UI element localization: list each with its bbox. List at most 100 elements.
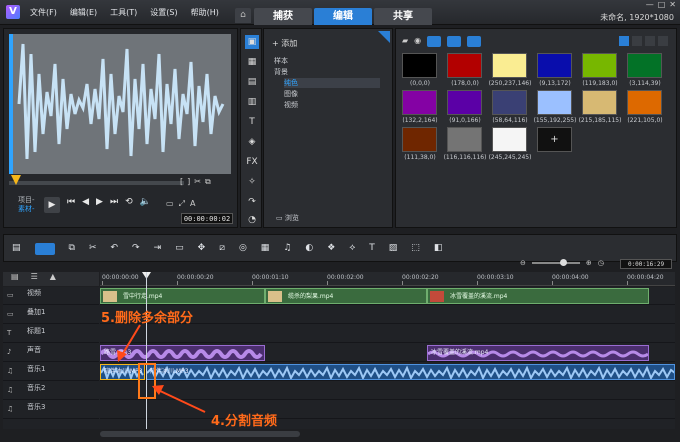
filter-image-button[interactable]	[447, 36, 462, 47]
tree-item-image[interactable]: 图像	[284, 89, 298, 99]
sound-icon[interactable]: ◔	[245, 213, 259, 227]
zoom-out-icon[interactable]: ⊖	[520, 259, 526, 267]
color-swatch[interactable]	[402, 127, 437, 152]
video-clip[interactable]: 缆杀的梨果.mp4	[265, 288, 427, 304]
add-marker-icon[interactable]: ▲	[50, 272, 56, 286]
repeat-icon[interactable]: ⟲	[125, 197, 133, 213]
record-voice-icon[interactable]: ◎	[239, 243, 247, 255]
cut-icon[interactable]: ✂	[89, 243, 97, 255]
color-swatch[interactable]	[582, 53, 617, 78]
tree-item-video[interactable]: 视频	[284, 100, 298, 110]
track-manager-icon-small[interactable]: ▤	[11, 272, 19, 286]
graphic-icon[interactable]: ◈	[245, 135, 259, 149]
folder-icon[interactable]: ▰	[402, 36, 408, 47]
color-swatch[interactable]	[627, 53, 662, 78]
close-icon[interactable]: ✕	[669, 0, 676, 9]
menu-help[interactable]: 帮助(H)	[191, 7, 219, 18]
text-tool-icon[interactable]: T	[369, 243, 375, 255]
record-icon[interactable]: ◉	[414, 36, 421, 47]
tree-item-background[interactable]: 背景	[274, 67, 288, 77]
tab-capture[interactable]: 捕获	[254, 8, 312, 25]
mode-project[interactable]: 项目-	[18, 196, 35, 205]
filter-video-button[interactable]	[427, 36, 442, 47]
tree-item-solid-color[interactable]: 纯色	[284, 78, 380, 88]
prev-frame-icon[interactable]: ◀	[82, 197, 89, 213]
color-swatch[interactable]	[582, 90, 617, 115]
timeline-ruler[interactable]: 00:00:00:00 00:00:00:20 00:00:01:10 00:00:0…	[100, 272, 675, 286]
text-title-icon[interactable]: T	[245, 115, 259, 129]
media-icon[interactable]: ▣	[245, 35, 259, 49]
mode-clip[interactable]: 素材-	[18, 205, 35, 214]
auto-music-icon[interactable]: ♫	[283, 243, 291, 255]
export-icon[interactable]: ⬚	[411, 243, 420, 255]
tab-edit[interactable]: 编辑	[314, 8, 372, 25]
timeline-view-icon[interactable]	[34, 243, 55, 255]
effect-icon[interactable]: ▨	[389, 243, 398, 255]
volume-icon[interactable]: 🔈	[140, 197, 151, 213]
timeline-scrollbar[interactable]	[100, 431, 300, 437]
voice-clip[interactable]: 路雪.mp3	[100, 345, 265, 361]
hd-icon[interactable]: ▭	[166, 199, 174, 209]
color-swatch[interactable]	[447, 90, 482, 115]
filter-audio-button[interactable]	[467, 36, 482, 47]
zoom-slider[interactable]	[531, 259, 580, 266]
color-swatch[interactable]	[402, 90, 437, 115]
view-detail-button[interactable]	[645, 36, 655, 46]
title-icon[interactable]: ▥	[245, 95, 259, 109]
color-swatch[interactable]	[447, 127, 482, 152]
scene-icon[interactable]: ❖	[327, 243, 335, 255]
playhead-line[interactable]	[146, 272, 147, 429]
subtitle-icon[interactable]: ▭	[175, 243, 184, 255]
end-icon[interactable]: ⏭	[110, 197, 118, 213]
motion-icon[interactable]: ✧	[245, 175, 259, 189]
maximize-icon[interactable]: □	[658, 0, 666, 9]
view-grid-button[interactable]	[619, 36, 629, 46]
storyboard-view-icon[interactable]: ▤	[12, 243, 21, 255]
split-screen-icon[interactable]: ⧄	[219, 243, 225, 255]
color-swatch[interactable]	[492, 127, 527, 152]
browse-button[interactable]: ▭ 浏览	[276, 213, 299, 223]
fx-icon[interactable]: FX	[245, 155, 259, 169]
resize-icon[interactable]: ⤢	[179, 199, 185, 209]
music-clip[interactable]: 陪伴冰川.MP3	[146, 364, 675, 380]
menu-file[interactable]: 文件(F)	[30, 7, 57, 18]
scrub-bar[interactable]	[9, 175, 184, 185]
menu-edit[interactable]: 编辑(E)	[70, 7, 97, 18]
video-clip[interactable]: 雪中行走.mp4	[100, 288, 265, 304]
trim-icon[interactable]: ⇥	[154, 243, 162, 255]
mark-out-icon[interactable]: ]	[187, 177, 190, 187]
path-icon[interactable]: ↷	[245, 195, 259, 209]
add-color-swatch[interactable]: +	[537, 127, 572, 152]
color-swatch[interactable]	[492, 90, 527, 115]
video-clip[interactable]: 冰雪覆盖的溪流.mp4	[427, 288, 649, 304]
view-list-button[interactable]	[632, 36, 642, 46]
timeline-timecode[interactable]: 0:00:16:29	[620, 259, 672, 269]
home-start-icon[interactable]: ⏮	[67, 197, 75, 213]
mixer-icon[interactable]: ▦	[261, 243, 270, 255]
transition-icon[interactable]: ▤	[245, 75, 259, 89]
color-swatch[interactable]	[627, 90, 662, 115]
tree-item-samples[interactable]: 样本	[274, 56, 288, 66]
menu-settings[interactable]: 设置(S)	[150, 7, 177, 18]
copy-icon[interactable]: ⧉	[205, 177, 211, 187]
color-swatch[interactable]	[402, 53, 437, 78]
redo-icon[interactable]: ↷	[132, 243, 140, 255]
next-frame-icon[interactable]: ▶	[96, 197, 103, 213]
track-manager-icon[interactable]: ⟡	[349, 243, 355, 255]
player-timecode[interactable]: 00:00:00:02	[181, 213, 233, 224]
instant-project-icon[interactable]: ▦	[245, 55, 259, 69]
mask-icon[interactable]: ◐	[305, 243, 313, 255]
color-swatch[interactable]	[492, 53, 527, 78]
split-icon[interactable]: ✂	[194, 177, 201, 187]
motion-track-icon[interactable]: ✥	[198, 243, 206, 255]
color-swatch[interactable]	[537, 53, 572, 78]
scrub-handle[interactable]	[11, 175, 21, 185]
chapter-icon[interactable]: ☰	[31, 272, 38, 286]
menu-tools[interactable]: 工具(T)	[110, 7, 137, 18]
zoom-in-icon[interactable]: ⊕	[586, 259, 592, 267]
home-icon[interactable]: ⌂	[235, 8, 251, 23]
fit-icon[interactable]: ◧	[434, 243, 443, 255]
toolbox-icon[interactable]: ⧉	[69, 243, 75, 255]
color-swatch[interactable]	[537, 90, 572, 115]
play-icon[interactable]: ▶	[44, 197, 60, 213]
